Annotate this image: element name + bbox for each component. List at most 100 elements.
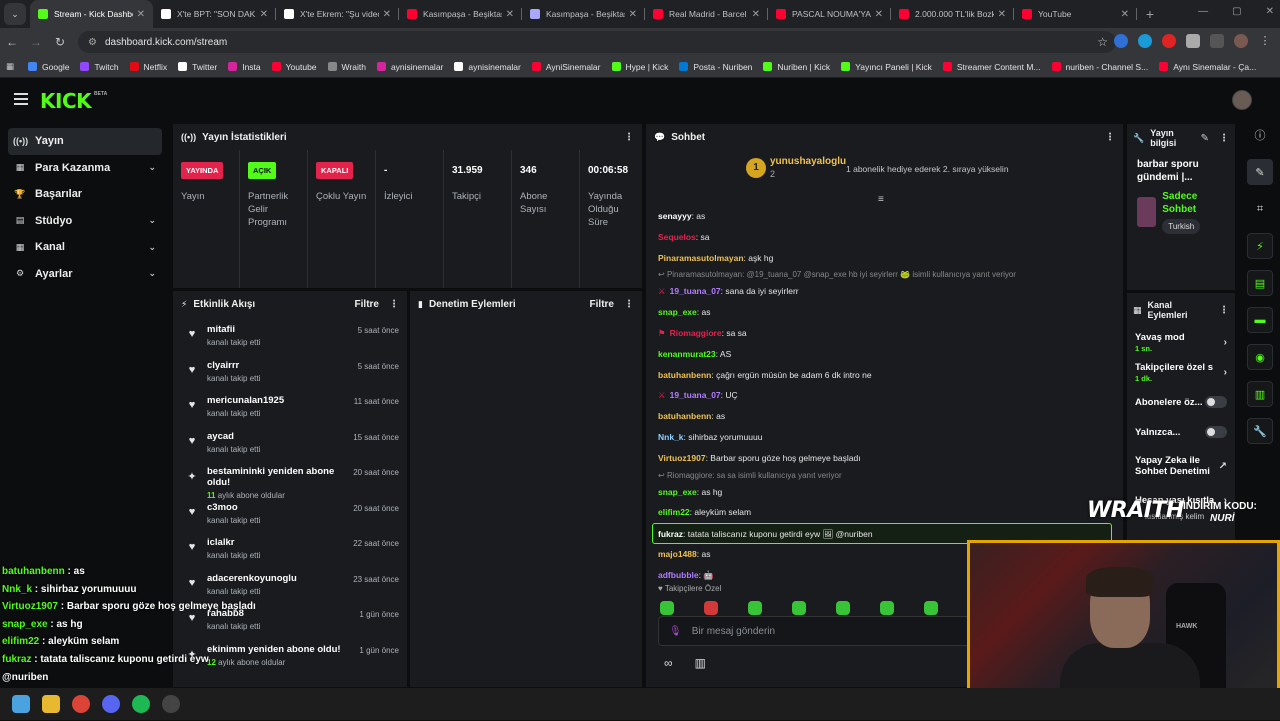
chat-username[interactable]: Pinaramasutolmayan [658,253,744,263]
bookmark-item[interactable]: nuriben - Channel S... [1051,62,1148,72]
layout-tool-icon[interactable]: ▥ [1247,381,1273,407]
sidebar-item-stüdyo[interactable]: ▤ Stüdyo ⌄ [8,208,162,235]
external-link-icon[interactable]: ↗ [1219,461,1227,472]
edit-icon[interactable]: ✎ [1247,159,1273,185]
reload-icon[interactable]: ↻ [48,35,72,49]
sidebar-item-kanal[interactable]: ▦ Kanal ⌄ [8,234,162,261]
chat-username[interactable]: snap_exe [658,307,697,317]
bookmark-item[interactable]: Streamer Content M... [942,62,1041,72]
channel-action-item[interactable]: Yalnızca... [1127,417,1235,447]
tab-close-icon[interactable]: ✕ [629,9,637,20]
bookmark-item[interactable]: Posta - Nuriben [679,62,752,72]
bookmark-item[interactable]: Hype | Kick [611,62,668,72]
event-username[interactable]: clyairrr [207,360,347,371]
expand-pinned-icon[interactable]: ≡ [878,194,884,205]
bookmark-item[interactable]: Yayıncı Paneli | Kick [841,62,932,72]
bookmark-item[interactable]: Aynı Sinemalar - Ça... [1159,62,1256,72]
sidebar-item-başarılar[interactable]: 🏆 Başarılar [8,181,162,208]
discord-icon[interactable] [102,695,120,713]
emote-icon[interactable] [660,601,674,615]
browser-tab[interactable]: Real Madrid - Barcel ✕ [645,0,768,28]
sidepanel-icon[interactable] [1210,34,1224,48]
chevron-down-icon[interactable]: ⌄ [148,242,156,253]
channel-action-item[interactable]: Takipçilere özel s1 dk. › [1127,357,1235,387]
wrench-tool-icon[interactable]: 🔧 [1247,418,1273,444]
pinned-leaderboard[interactable]: 1 yunushayaloglu 2 1 abonelik hediye ede… [746,154,1026,184]
broadcast-tool-icon[interactable]: ◉ [1247,344,1273,370]
browser-tab[interactable]: PASCAL NOUMA'YA ✕ [768,0,891,28]
new-tab-button[interactable]: + [1137,6,1163,22]
sidebar-item-ayarlar[interactable]: ⚙ Ayarlar ⌄ [8,261,162,288]
extension-globe-icon[interactable] [1138,34,1152,48]
chat-username[interactable]: majo1488 [658,549,697,559]
activity-menu-icon[interactable]: ⋮ [389,299,399,310]
tab-close-icon[interactable]: ✕ [752,9,760,20]
browser-tab[interactable]: Kasımpaşa - Beşiktaş ✕ [399,0,522,28]
minimize-icon[interactable]: — [1198,6,1208,17]
start-icon[interactable] [12,695,30,713]
chat-username[interactable]: senayyy [658,211,692,221]
info-menu-icon[interactable]: ⋮ [1219,133,1229,144]
bookmark-item[interactable]: Netflix [129,62,167,72]
chevron-right-icon[interactable]: › [1224,337,1227,348]
browser-tab[interactable]: X'te Ekrem: "Şu video ✕ [276,0,399,28]
explorer-icon[interactable] [42,695,60,713]
sidebar-item-yayın[interactable]: ((•)) Yayın [8,128,162,155]
browser-tab[interactable]: X'te BPT: "SON DAKİ ✕ [153,0,276,28]
hamburger-menu-icon[interactable] [14,93,28,105]
activity-filter-button[interactable]: Filtre [355,299,379,310]
extension-shield-icon[interactable] [1114,34,1128,48]
bookmark-item[interactable]: aynisinemalar [454,62,521,72]
tab-close-icon[interactable]: ✕ [875,9,883,20]
category-name[interactable]: Sadece Sohbet [1162,190,1225,216]
browser-tab[interactable]: Stream - Kick Dashbo ✕ [30,0,153,28]
store-icon[interactable]: ▥ [695,656,706,670]
browser-tab[interactable]: Kasımpaşa - Beşiktaş ✕ [522,0,645,28]
emote-icon[interactable] [924,601,938,615]
site-info-icon[interactable]: ⚙ [88,37,97,48]
chat-username[interactable]: elifim22 [658,507,690,517]
moderation-menu-icon[interactable]: ⋮ [624,299,634,310]
chat-username[interactable]: Riomaggiore [670,328,722,338]
tab-search-icon[interactable]: ⌄ [4,3,26,25]
stats-menu-icon[interactable]: ⋮ [624,132,634,143]
event-username[interactable]: mericunalan1925 [207,395,347,406]
browser-tab[interactable]: 2.000.000 TL'lik Bozk ✕ [891,0,1014,28]
apps-grid-icon[interactable]: ▦ [6,61,14,72]
bookmark-item[interactable]: Insta [228,62,261,72]
chevron-down-icon[interactable]: ⌄ [148,162,156,173]
tab-close-icon[interactable]: ✕ [998,9,1006,20]
extension-red-icon[interactable] [1162,34,1176,48]
chat-username[interactable]: Virtuoz1907 [658,453,706,463]
tab-close-icon[interactable]: ✕ [506,9,514,20]
event-username[interactable]: c3moo [207,502,347,513]
clipboard-tool-icon[interactable]: ▤ [1247,270,1273,296]
tab-close-icon[interactable]: ✕ [383,9,391,20]
emote-icon[interactable] [704,601,718,615]
chevron-down-icon[interactable]: ⌄ [148,268,156,279]
obs-icon[interactable] [162,695,180,713]
lightning-tool-icon[interactable]: ⚡ [1247,233,1273,259]
bookmark-item[interactable]: Wraith [327,62,366,72]
moderation-filter-button[interactable]: Filtre [590,299,614,310]
bookmark-item[interactable]: Twitter [178,62,217,72]
user-avatar[interactable] [1232,90,1252,110]
edit-pencil-icon[interactable]: ✎ [1201,133,1209,144]
bookmark-item[interactable]: Youtube [271,62,317,72]
crop-icon[interactable]: ⌗ [1247,196,1273,222]
chat-username[interactable]: kenanmurat23 [658,349,716,359]
chat-tool-icon[interactable]: ▬ [1247,307,1273,333]
spotify-icon[interactable] [132,695,150,713]
tab-close-icon[interactable]: ✕ [1121,9,1129,20]
chat-username[interactable]: batuhanbenn [658,370,711,380]
kick-logo[interactable]: KICK [40,89,92,113]
chat-username[interactable]: batuhanbenn [658,411,711,421]
microphone-icon[interactable]: 🎙 [669,626,682,637]
chat-username[interactable]: 19_tuana_07 [670,286,721,296]
bookmark-item[interactable]: Twitch [80,62,119,72]
event-username[interactable]: mitafii [207,324,347,335]
back-icon[interactable]: ← [0,35,24,49]
forward-icon[interactable]: → [24,35,48,49]
channel-action-item[interactable]: Abonelere öz... [1127,387,1235,417]
chrome-icon[interactable] [72,695,90,713]
